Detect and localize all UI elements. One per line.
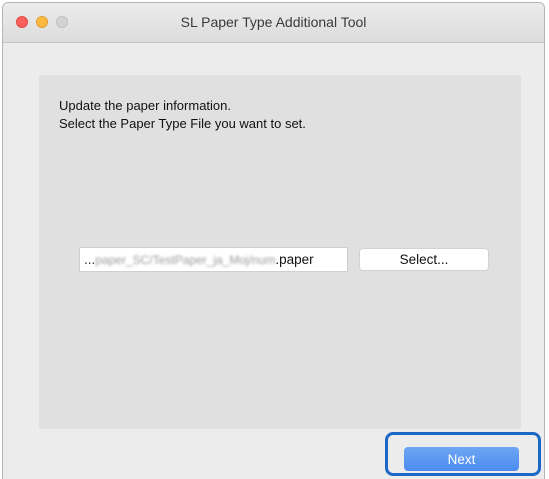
- paper-type-file-path-field[interactable]: ... paper_SC/TestPaper_ja_Moj/num .paper: [79, 247, 348, 272]
- title-bar[interactable]: SL Paper Type Additional Tool: [3, 3, 544, 43]
- file-path-obscured: paper_SC/TestPaper_ja_Moj/num: [95, 252, 276, 267]
- window-title: SL Paper Type Additional Tool: [180, 14, 367, 30]
- instruction-line-2: Select the Paper Type File you want to s…: [59, 116, 306, 131]
- select-file-button[interactable]: Select...: [359, 248, 489, 271]
- instruction-line-1: Update the paper information.: [59, 98, 231, 113]
- file-path-prefix: ...: [84, 252, 96, 267]
- next-button[interactable]: Next: [404, 447, 519, 471]
- content-panel: Update the paper information. Select the…: [39, 75, 521, 429]
- file-extension: .paper: [275, 252, 314, 267]
- app-window: SL Paper Type Additional Tool Update the…: [2, 2, 545, 479]
- instructions: Update the paper information. Select the…: [59, 97, 306, 133]
